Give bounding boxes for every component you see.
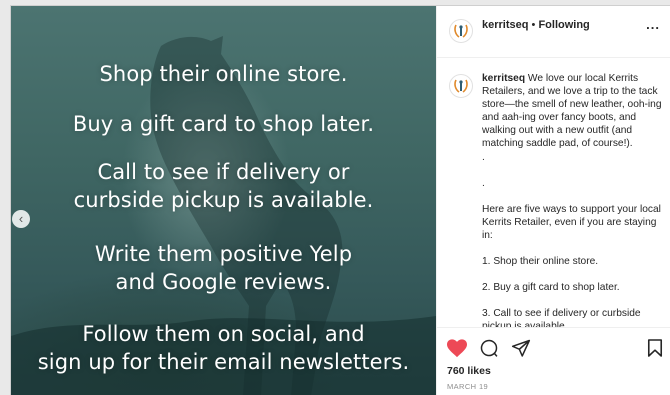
caption-dot: . <box>482 151 485 163</box>
post-header: kerritseq • Following ... <box>437 6 670 58</box>
caption-area: kerritseq We love our local Kerrits Reta… <box>437 59 670 327</box>
post-side-panel: kerritseq • Following ... kerritseq We l… <box>436 6 670 395</box>
kerrits-logo-icon <box>454 24 468 38</box>
post-frame: Shop their online store. Buy a gift card… <box>10 5 670 395</box>
caption-ways-intro: Here are five ways to support your local… <box>482 203 661 241</box>
caption-intro: We love our local Kerrits Retailers, and… <box>482 73 662 150</box>
image-line-2: Buy a gift card to shop later. <box>72 112 375 136</box>
image-line-3: Call to see if delivery or <box>97 160 350 184</box>
previous-arrow-icon[interactable]: ‹ <box>12 210 30 228</box>
post-image[interactable]: Shop their online store. Buy a gift card… <box>11 6 436 395</box>
share-icon[interactable] <box>511 338 531 358</box>
image-line-6: and Google reviews. <box>115 270 332 294</box>
caption-item-1: 1. Shop their online store. <box>482 256 599 268</box>
comment-icon[interactable] <box>479 338 499 358</box>
follow-status[interactable]: Following <box>538 19 589 31</box>
image-line-5: Write them positive Yelp <box>94 242 353 266</box>
more-options-icon[interactable]: ... <box>646 17 660 32</box>
image-line-1: Shop their online store. <box>99 62 348 86</box>
header-separator: • <box>528 19 539 31</box>
image-line-7: Follow them on social, and <box>82 322 365 346</box>
kerrits-logo-icon <box>454 79 468 93</box>
header-username[interactable]: kerritseq <box>482 19 528 31</box>
header-user-line: kerritseq • Following <box>482 19 590 31</box>
caption-item-2: 2. Buy a gift card to shop later. <box>482 282 620 294</box>
likes-count[interactable]: 760 likes <box>447 365 491 377</box>
image-text-overlay: Shop their online store. Buy a gift card… <box>11 6 436 395</box>
post-caption: kerritseq We love our local Kerrits Reta… <box>482 72 662 327</box>
caption-item-3: 3. Call to see if delivery or curbside p… <box>482 308 641 327</box>
caption-avatar[interactable] <box>449 74 473 98</box>
image-line-8: sign up for their email newsletters. <box>37 350 410 374</box>
post-actions: 760 likes MARCH 19 <box>437 327 670 395</box>
caption-username[interactable]: kerritseq <box>482 73 525 84</box>
post-date: MARCH 19 <box>447 382 489 391</box>
caption-dot: . <box>482 177 485 189</box>
image-line-4: curbside pickup is available. <box>73 188 374 212</box>
heart-icon[interactable] <box>446 338 468 358</box>
avatar[interactable] <box>449 19 473 43</box>
bookmark-icon[interactable] <box>647 338 663 358</box>
